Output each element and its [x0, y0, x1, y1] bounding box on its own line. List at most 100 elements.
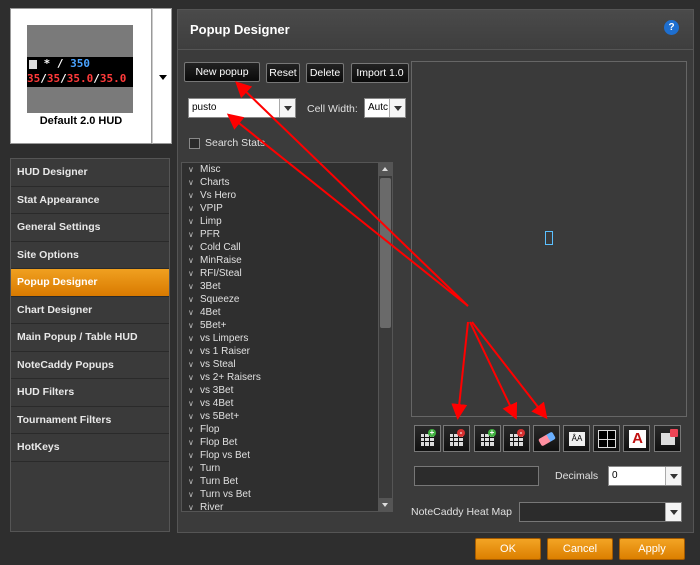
remove-row-button[interactable]: -: [503, 425, 530, 452]
eraser-button[interactable]: [533, 425, 560, 452]
stat-list[interactable]: ∨ Misc ∨ Charts ∨ Vs Hero ∨ VPIP ∨ Limp ∨ PFR ∨ Cold …: [181, 162, 393, 512]
scroll-thumb[interactable]: [380, 178, 391, 328]
nav-item-popup-designer[interactable]: Popup Designer: [11, 269, 169, 297]
new-popup-button[interactable]: New popup: [184, 62, 260, 82]
nav-item-tournament-filters[interactable]: Tournament Filters: [11, 407, 169, 434]
nav-item-stat-appearance[interactable]: Stat Appearance: [11, 187, 169, 214]
popup-select[interactable]: pusto: [188, 98, 296, 118]
chevron-down-icon[interactable]: [665, 467, 681, 485]
list-item[interactable]: ∨ Turn: [182, 462, 392, 475]
chevron-down-icon[interactable]: [665, 503, 681, 521]
nav-item-hud-designer[interactable]: HUD Designer: [11, 159, 169, 187]
stat-list-scrollbar[interactable]: [378, 163, 392, 511]
list-item[interactable]: ∨ River: [182, 501, 392, 511]
chevron-down-icon[interactable]: ∨: [188, 306, 200, 319]
chevron-down-icon[interactable]: [279, 99, 295, 117]
chevron-down-icon[interactable]: ∨: [188, 215, 200, 228]
list-item[interactable]: ∨ Misc: [182, 163, 392, 176]
decimals-select[interactable]: 0: [608, 466, 682, 486]
list-item[interactable]: ∨ VPIP: [182, 202, 392, 215]
chevron-down-icon[interactable]: ∨: [188, 189, 200, 202]
list-item[interactable]: ∨ Flop Bet: [182, 436, 392, 449]
cancel-button[interactable]: Cancel: [547, 538, 613, 560]
chevron-down-icon[interactable]: ∨: [188, 475, 200, 488]
chevron-down-icon[interactable]: ∨: [188, 280, 200, 293]
list-item[interactable]: ∨ MinRaise: [182, 254, 392, 267]
chevron-down-icon[interactable]: ∨: [188, 332, 200, 345]
chevron-down-icon[interactable]: ∨: [188, 371, 200, 384]
font-size-button[interactable]: ÂA: [563, 425, 590, 452]
nav-item-hud-filters[interactable]: HUD Filters: [11, 379, 169, 407]
list-item[interactable]: ∨ vs 4Bet: [182, 397, 392, 410]
chevron-down-icon[interactable]: ∨: [188, 254, 200, 267]
add-column-button[interactable]: +: [414, 425, 441, 452]
nav-item-hotkeys[interactable]: HotKeys: [11, 434, 169, 462]
chevron-down-icon[interactable]: ∨: [188, 228, 200, 241]
list-item[interactable]: ∨ vs 1 Raiser: [182, 345, 392, 358]
list-item[interactable]: ∨ PFR: [182, 228, 392, 241]
list-item[interactable]: ∨ 4Bet: [182, 306, 392, 319]
nav-item-site-options[interactable]: Site Options: [11, 242, 169, 269]
apply-button[interactable]: Apply: [619, 538, 685, 560]
list-item[interactable]: ∨ Turn Bet: [182, 475, 392, 488]
chevron-down-icon[interactable]: ∨: [188, 319, 200, 332]
search-stats-checkbox[interactable]: [189, 138, 200, 149]
list-item[interactable]: ∨ vs 3Bet: [182, 384, 392, 397]
chevron-down-icon[interactable]: ∨: [188, 163, 200, 176]
list-item[interactable]: ∨ Vs Hero: [182, 189, 392, 202]
add-row-button[interactable]: +: [474, 425, 501, 452]
list-item[interactable]: ∨ 3Bet: [182, 280, 392, 293]
delete-button[interactable]: Delete: [306, 63, 344, 83]
chevron-down-icon[interactable]: [389, 99, 405, 117]
reset-button[interactable]: Reset: [266, 63, 300, 83]
nav-item-chart-designer[interactable]: Chart Designer: [11, 297, 169, 324]
scroll-down-icon[interactable]: [379, 498, 392, 511]
list-item[interactable]: ∨ Charts: [182, 176, 392, 189]
chevron-down-icon[interactable]: ∨: [188, 423, 200, 436]
import-button[interactable]: Import 1.0: [351, 63, 409, 83]
chevron-down-icon[interactable]: ∨: [188, 410, 200, 423]
chevron-down-icon[interactable]: ∨: [188, 241, 200, 254]
ok-button[interactable]: OK: [475, 538, 541, 560]
nav-item-general-settings[interactable]: General Settings: [11, 214, 169, 242]
chevron-down-icon[interactable]: ∨: [188, 501, 200, 511]
chevron-down-icon[interactable]: ∨: [188, 202, 200, 215]
list-item[interactable]: ∨ 5Bet+: [182, 319, 392, 332]
chevron-down-icon[interactable]: ∨: [188, 488, 200, 501]
nav-item-notecaddy-popups[interactable]: NoteCaddy Popups: [11, 352, 169, 379]
list-item[interactable]: ∨ Cold Call: [182, 241, 392, 254]
hud-preview[interactable]: * / 350 35/35/35.0/35.0 Default 2.0 HUD: [10, 8, 152, 144]
export-button[interactable]: [654, 425, 681, 452]
list-item[interactable]: ∨ vs 5Bet+: [182, 410, 392, 423]
cell-width-select[interactable]: Autc: [364, 98, 406, 118]
list-item[interactable]: ∨ Limp: [182, 215, 392, 228]
list-item[interactable]: ∨ vs Limpers: [182, 332, 392, 345]
chevron-down-icon[interactable]: ∨: [188, 267, 200, 280]
chevron-down-icon[interactable]: ∨: [188, 462, 200, 475]
chevron-down-icon[interactable]: ∨: [188, 345, 200, 358]
help-icon[interactable]: ?: [664, 20, 679, 35]
list-item[interactable]: ∨ Turn vs Bet: [182, 488, 392, 501]
heat-map-select[interactable]: [519, 502, 682, 522]
chevron-down-icon[interactable]: ∨: [188, 397, 200, 410]
chevron-down-icon[interactable]: ∨: [188, 176, 200, 189]
chevron-down-icon[interactable]: ∨: [188, 384, 200, 397]
chevron-down-icon[interactable]: ∨: [188, 358, 200, 371]
font-color-button[interactable]: A: [623, 425, 650, 452]
list-item[interactable]: ∨ Flop: [182, 423, 392, 436]
crosshair-button[interactable]: [593, 425, 620, 452]
chevron-down-icon[interactable]: ∨: [188, 449, 200, 462]
scroll-up-icon[interactable]: [379, 163, 392, 176]
canvas-selection-marker[interactable]: [545, 231, 553, 245]
value-input[interactable]: [414, 466, 539, 486]
hud-dropdown-button[interactable]: [152, 8, 172, 144]
chevron-down-icon[interactable]: ∨: [188, 293, 200, 306]
list-item[interactable]: ∨ RFI/Steal: [182, 267, 392, 280]
nav-item-main-popup-table-hud[interactable]: Main Popup / Table HUD: [11, 324, 169, 352]
list-item[interactable]: ∨ Flop vs Bet: [182, 449, 392, 462]
list-item[interactable]: ∨ vs Steal: [182, 358, 392, 371]
list-item[interactable]: ∨ vs 2+ Raisers: [182, 371, 392, 384]
remove-column-button[interactable]: -: [443, 425, 470, 452]
chevron-down-icon[interactable]: ∨: [188, 436, 200, 449]
list-item[interactable]: ∨ Squeeze: [182, 293, 392, 306]
